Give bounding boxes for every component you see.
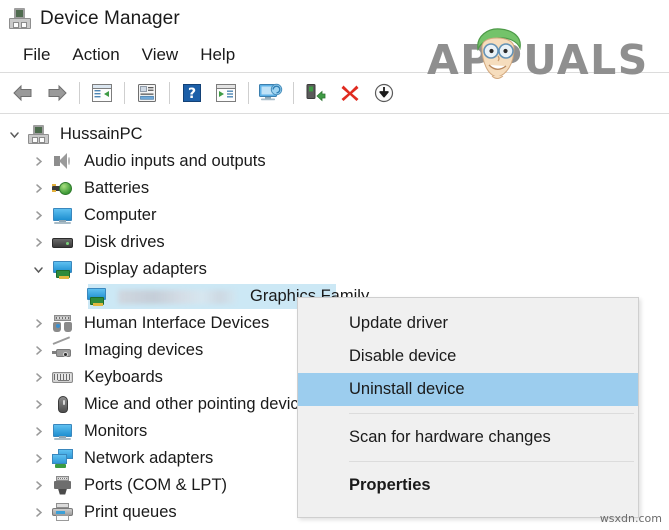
camera-icon [52, 335, 74, 361]
disable-device-icon[interactable] [369, 78, 399, 108]
context-menu-separator [349, 461, 634, 462]
scan-hardware-icon[interactable] [256, 78, 286, 108]
toolbar-separator [169, 82, 170, 104]
uninstall-device-icon[interactable] [335, 78, 365, 108]
network-adapter-icon [52, 448, 74, 469]
tree-item-label: Batteries [84, 179, 150, 197]
display-adapter-icon [86, 287, 108, 307]
tree-item-label: HussainPC [60, 125, 143, 143]
tree-item-label: Print queues [84, 503, 177, 521]
hid-icon [52, 314, 74, 334]
chevron-right-icon[interactable] [32, 371, 45, 384]
tree-item-label: Imaging devices [84, 341, 204, 359]
menu-file[interactable]: File [12, 43, 61, 67]
context-menu: Update driver Disable device Uninstall d… [297, 297, 639, 518]
tree-item-batteries[interactable]: Batteries [0, 175, 669, 202]
toolbar: ? [0, 72, 669, 114]
chevron-right-icon[interactable] [32, 236, 45, 249]
properties-icon[interactable] [132, 78, 162, 108]
chevron-down-icon[interactable] [32, 263, 45, 276]
printer-icon [52, 502, 74, 523]
context-menu-item-scan-for-hardware-changes[interactable]: Scan for hardware changes [298, 421, 638, 454]
tree-item-label: Display adapters [84, 260, 207, 278]
tree-item-label: Network adapters [84, 449, 214, 467]
toolbar-separator [124, 82, 125, 104]
chevron-right-icon[interactable] [32, 344, 45, 357]
battery-icon [52, 179, 74, 199]
forward-icon[interactable] [42, 78, 72, 108]
chevron-right-icon[interactable] [32, 398, 45, 411]
menu-view[interactable]: View [131, 43, 190, 67]
speaker-icon [52, 152, 74, 172]
chevron-right-icon[interactable] [32, 155, 45, 168]
tree-item-label: Disk drives [84, 233, 165, 251]
display-adapter-icon [52, 260, 74, 280]
menu-help[interactable]: Help [189, 43, 246, 67]
help-icon[interactable]: ? [177, 78, 207, 108]
context-menu-separator [349, 413, 634, 414]
chevron-right-icon[interactable] [32, 506, 45, 519]
chevron-right-icon[interactable] [32, 317, 45, 330]
tree-item-label: Mice and other pointing devices [84, 395, 317, 413]
tree-item-label: Computer [84, 206, 157, 224]
monitor-icon [52, 206, 74, 226]
context-menu-item-update-driver[interactable]: Update driver [298, 307, 638, 340]
port-icon [52, 475, 74, 496]
device-manager-window: Device Manager File Action View Help ? A… [0, 0, 669, 530]
context-menu-item-disable-device[interactable]: Disable device [298, 340, 638, 373]
tree-item-label: Keyboards [84, 368, 163, 386]
chevron-right-icon[interactable] [32, 452, 45, 465]
update-driver-icon[interactable] [211, 78, 241, 108]
mouse-icon [52, 395, 74, 415]
context-menu-item-properties[interactable]: Properties [298, 469, 638, 502]
tree-item-label: Audio inputs and outputs [84, 152, 266, 170]
tree-item-audio-inputs-and-outputs[interactable]: Audio inputs and outputs [0, 148, 669, 175]
redacted-device-vendor [118, 289, 236, 304]
chevron-right-icon[interactable] [32, 479, 45, 492]
show-hide-tree-icon[interactable] [87, 78, 117, 108]
tree-item-disk-drives[interactable]: Disk drives [0, 229, 669, 256]
tree-item-hussainpc[interactable]: HussainPC [0, 121, 669, 148]
computer-device-icon [9, 8, 31, 30]
keyboard-icon [52, 368, 74, 388]
context-menu-item-uninstall-device[interactable]: Uninstall device [298, 373, 638, 406]
tree-item-label: Monitors [84, 422, 148, 440]
back-icon[interactable] [8, 78, 38, 108]
page-title: Device Manager [40, 8, 180, 29]
chevron-down-icon[interactable] [8, 128, 21, 141]
disk-drive-icon [52, 233, 74, 253]
svg-text:?: ? [188, 86, 196, 102]
toolbar-separator [248, 82, 249, 104]
enable-device-icon[interactable] [301, 78, 331, 108]
chevron-right-icon[interactable] [32, 209, 45, 222]
monitor-icon [52, 422, 74, 442]
menu-action[interactable]: Action [61, 43, 130, 67]
menu-bar: File Action View Help [0, 38, 669, 72]
site-watermark: wsxdn.com [599, 512, 662, 525]
toolbar-separator [293, 82, 294, 104]
chevron-right-icon[interactable] [32, 425, 45, 438]
context-menu-top-padding [298, 298, 638, 307]
tree-item-label: Human Interface Devices [84, 314, 270, 332]
computer-device-icon [28, 124, 50, 145]
tree-item-display-adapters[interactable]: Display adapters [0, 256, 669, 283]
toolbar-separator [79, 82, 80, 104]
tree-item-computer[interactable]: Computer [0, 202, 669, 229]
title-bar: Device Manager [0, 0, 669, 38]
tree-item-label: Ports (COM & LPT) [84, 476, 228, 494]
chevron-right-icon[interactable] [32, 182, 45, 195]
